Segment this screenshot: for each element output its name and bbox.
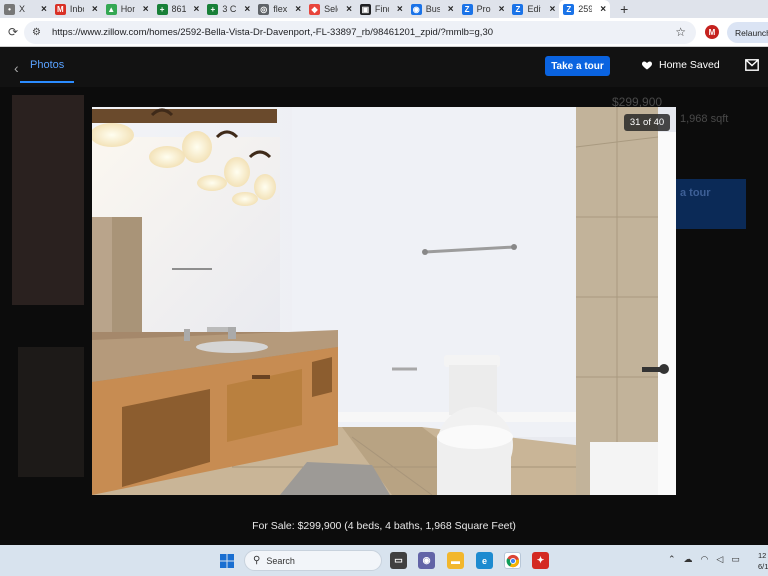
listing-photo-bathroom[interactable] xyxy=(92,107,676,495)
clock-time: 12 xyxy=(758,551,767,560)
tab-title: flex xyxy=(273,4,288,14)
photo-counter: 31 of 40 xyxy=(624,114,670,131)
clock[interactable]: 12 6/1 xyxy=(758,550,768,572)
volume-icon[interactable]: ◁ xyxy=(716,554,723,565)
bookmark-star-icon[interactable]: ☆ xyxy=(675,25,686,39)
battery-icon[interactable]: ▭ xyxy=(731,554,740,565)
tab-favicon-icon: M xyxy=(54,3,66,15)
close-tab-icon[interactable]: × xyxy=(143,4,149,15)
browser-tab[interactable]: ◆Sele × xyxy=(305,0,356,18)
browser-tab[interactable]: Z Edit × xyxy=(508,0,559,18)
tab-title: Inbox xyxy=(69,4,84,14)
search-icon: ⚲ xyxy=(253,555,261,566)
site-info-icon[interactable]: ⚙ xyxy=(32,27,46,38)
profile-avatar[interactable]: M xyxy=(705,25,719,39)
close-tab-icon[interactable]: × xyxy=(346,4,352,15)
background-tour-snippet: a tour xyxy=(680,187,711,199)
edge-icon[interactable]: e xyxy=(476,552,493,569)
close-tab-icon[interactable]: × xyxy=(92,4,98,15)
tab-title: Sele xyxy=(324,4,338,14)
windows-taskbar: ⚲ Search ▭ ◉ ▬ e ✦ ⌃ ☁ ◠ ◁ ▭ 12 6/1 xyxy=(0,545,768,576)
taskbar-search-placeholder: Search xyxy=(266,555,295,566)
tab-title: Find xyxy=(374,4,389,14)
browser-toolbar: ⟳ ⚙ https://www.zillow.com/homes/2592-Be… xyxy=(0,18,768,47)
chevron-up-icon[interactable]: ⌃ xyxy=(668,554,676,565)
browser-tab-strip: •X×MInbox×▲Home×+861×+3 Cl×◎flex×◆Sele×▣… xyxy=(0,0,768,18)
photo-viewer-header: ‹ Photos Take a tour Home Saved xyxy=(0,47,768,87)
tab-title: 861 xyxy=(171,4,186,14)
browser-tab[interactable]: ◉ Bus × xyxy=(407,0,458,18)
close-tab-icon[interactable]: × xyxy=(244,4,250,15)
background-sqft: 1,968 sqft xyxy=(680,113,729,125)
url-text[interactable]: https://www.zillow.com/homes/2592-Bella-… xyxy=(52,27,493,38)
tab-favicon-icon: ▲ xyxy=(105,3,117,15)
tab-title: 3 Cl xyxy=(222,4,237,14)
home-saved-button[interactable]: Home Saved xyxy=(641,59,720,71)
close-tab-icon[interactable]: × xyxy=(499,4,505,15)
app-red-icon[interactable]: ✦ xyxy=(532,552,549,569)
wifi-icon[interactable]: ◠ xyxy=(701,554,709,565)
browser-tab[interactable]: Z2592 × xyxy=(559,0,611,18)
close-tab-icon[interactable]: × xyxy=(295,4,301,15)
close-tab-icon[interactable]: × xyxy=(397,4,403,15)
tab-favicon-icon: ◆ xyxy=(309,3,321,15)
close-tab-icon[interactable]: × xyxy=(41,4,47,15)
tab-favicon-icon: Z xyxy=(512,3,524,15)
windows-start-icon[interactable] xyxy=(220,554,234,568)
photo-caption: For Sale: $299,900 (4 beds, 4 baths, 1,9… xyxy=(252,520,516,532)
tab-favicon-icon: ◎ xyxy=(258,3,270,15)
home-saved-label: Home Saved xyxy=(659,59,720,71)
cloud-icon[interactable]: ☁ xyxy=(684,554,693,565)
system-tray: ⌃ ☁ ◠ ◁ ▭ xyxy=(668,554,740,565)
teams-icon[interactable]: ◉ xyxy=(418,552,435,569)
zillow-page: $299,900 1,968 sqft a tour ‹ Photos Take… xyxy=(0,47,768,545)
taskbar-search[interactable]: ⚲ Search xyxy=(244,550,382,571)
browser-tab[interactable]: ◎ flex × xyxy=(254,0,305,18)
take-a-tour-button[interactable]: Take a tour xyxy=(545,56,610,76)
tab-title: 2592 xyxy=(578,4,593,14)
browser-tab[interactable]: +3 Cl × xyxy=(203,0,254,18)
browser-tab[interactable]: ▣Find × xyxy=(356,0,407,18)
chrome-icon[interactable] xyxy=(504,552,521,569)
task-view-icon[interactable]: ▭ xyxy=(390,552,407,569)
relaunch-button[interactable]: Relaunch t xyxy=(727,22,768,43)
browser-tab[interactable]: +861 × xyxy=(153,0,204,18)
tab-title: Prop xyxy=(476,4,491,14)
browser-tab[interactable]: • X × xyxy=(0,0,51,18)
tab-title: X xyxy=(19,4,26,14)
tab-favicon-icon: ▣ xyxy=(359,3,371,15)
screen: •X×MInbox×▲Home×+861×+3 Cl×◎flex×◆Sele×▣… xyxy=(0,0,768,576)
close-tab-icon[interactable]: × xyxy=(194,4,200,15)
tab-title: Home xyxy=(120,4,135,14)
tab-favicon-icon: + xyxy=(207,3,219,15)
tab-photos[interactable]: Photos xyxy=(30,59,64,71)
address-bar[interactable]: ⚙ https://www.zillow.com/homes/2592-Bell… xyxy=(24,21,696,44)
tab-favicon-icon: + xyxy=(156,3,168,15)
tab-favicon-icon: • xyxy=(4,3,15,15)
close-tab-icon[interactable]: × xyxy=(549,4,555,15)
file-explorer-icon[interactable]: ▬ xyxy=(447,552,464,569)
browser-tab[interactable]: MInbox × xyxy=(51,0,102,18)
tab-favicon-icon: ◉ xyxy=(410,3,422,15)
browser-tab[interactable]: ZProp × xyxy=(458,0,509,18)
reload-icon[interactable]: ⟳ xyxy=(4,25,22,39)
new-tab-icon[interactable]: + xyxy=(610,1,638,17)
heart-icon xyxy=(641,61,653,70)
share-icon[interactable] xyxy=(745,59,759,71)
tab-title: Bus xyxy=(425,4,440,14)
back-chevron-icon[interactable]: ‹ xyxy=(14,60,19,76)
clock-date: 6/1 xyxy=(758,562,768,571)
tab-photos-underline xyxy=(20,81,74,83)
close-tab-icon[interactable]: × xyxy=(448,4,454,15)
tab-title: Edit xyxy=(527,4,542,14)
tab-favicon-icon: Z xyxy=(461,3,473,15)
tab-favicon-icon: Z xyxy=(563,3,575,15)
close-tab-icon[interactable]: × xyxy=(600,4,606,15)
browser-tab[interactable]: ▲Home × xyxy=(102,0,153,18)
